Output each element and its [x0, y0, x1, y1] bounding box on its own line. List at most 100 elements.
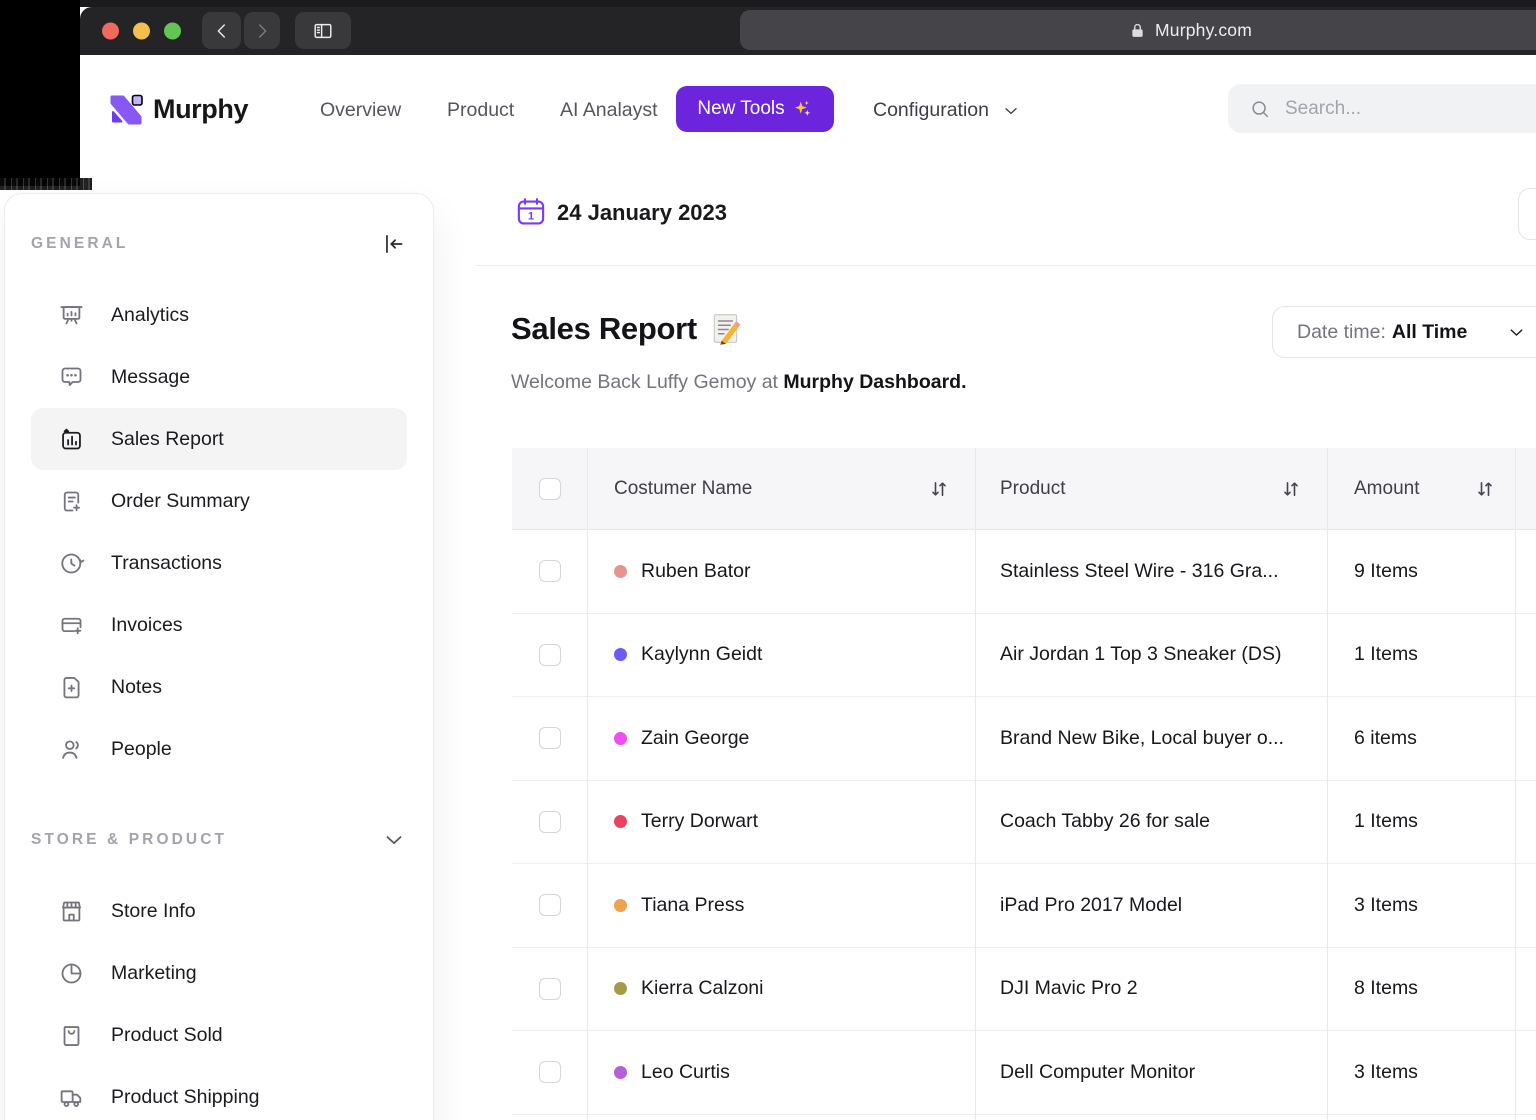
sort-icon[interactable]: [1281, 479, 1301, 499]
customer-name: Terry Dorwart: [641, 810, 758, 833]
app-window: Murphy.com Murphy Overview Product AI An…: [0, 0, 1536, 1120]
table-row[interactable]: Kierra Calzoni DJI Mavic Pro 2 8 Items: [512, 948, 1536, 1032]
sidebar-item-store-info[interactable]: Store Info: [31, 880, 407, 942]
marketing-icon: [58, 960, 85, 987]
search-box[interactable]: [1228, 84, 1536, 133]
sidebar-item-invoices[interactable]: Invoices: [31, 594, 407, 656]
sort-icon[interactable]: [1475, 479, 1495, 499]
message-icon: [58, 364, 85, 391]
row-checkbox[interactable]: [539, 727, 561, 749]
table-row[interactable]: Kaylynn Geidt Air Jordan 1 Top 3 Sneaker…: [512, 614, 1536, 698]
sales-report-icon: [58, 426, 85, 453]
sidebar-item-analytics[interactable]: Analytics: [31, 284, 407, 346]
sidebar-item-product-sold[interactable]: Product Sold: [31, 1004, 407, 1066]
customer-name: Kierra Calzoni: [641, 977, 763, 1000]
close-window-button[interactable]: [102, 23, 119, 40]
customer-color-dot: [614, 565, 627, 578]
murphy-logo-icon: [106, 90, 146, 130]
desktop-background-texture: [0, 178, 92, 190]
product-sold-icon: [58, 1022, 85, 1049]
nav-ai-analayst[interactable]: AI Analayst: [560, 99, 658, 122]
collapse-sidebar-icon[interactable]: [381, 231, 407, 257]
sidebar: GENERAL Analytics Message Sales Report O…: [4, 193, 434, 1120]
address-bar[interactable]: Murphy.com: [740, 10, 1536, 50]
column-header-costumer-name: Costumer Name: [614, 478, 752, 500]
customer-name: Tiana Press: [641, 894, 744, 917]
sidebar-item-sales-report[interactable]: Sales Report: [31, 408, 407, 470]
table-row[interactable]: Terry Dorwart Coach Tabby 26 for sale 1 …: [512, 781, 1536, 865]
table-row[interactable]: Ruben Bator Stainless Steel Wire - 316 G…: [512, 530, 1536, 614]
new-tools-button[interactable]: New Tools: [676, 86, 834, 132]
sidebar-item-notes[interactable]: Notes: [31, 656, 407, 718]
customer-color-dot: [614, 1066, 627, 1079]
product-name: Stainless Steel Wire - 316 Gra...: [1000, 560, 1279, 583]
table-row[interactable]: Leo Curtis Dell Computer Monitor 3 Items: [512, 1031, 1536, 1115]
sidebar-item-marketing[interactable]: Marketing: [31, 942, 407, 1004]
divider: [476, 265, 1536, 266]
sidebar-item-people[interactable]: People: [31, 718, 407, 780]
chevron-down-icon: [1001, 101, 1021, 121]
order-summary-icon: [58, 488, 85, 515]
transactions-icon: [58, 550, 85, 577]
sort-icon[interactable]: [929, 479, 949, 499]
row-checkbox[interactable]: [539, 560, 561, 582]
nav-overview[interactable]: Overview: [320, 99, 401, 122]
row-checkbox[interactable]: [539, 1061, 561, 1083]
browser-titlebar: Murphy.com: [80, 7, 1536, 55]
url-text: Murphy.com: [1155, 20, 1252, 41]
window-top-edge: [80, 0, 1536, 7]
desktop-background: [0, 0, 80, 186]
table-row[interactable]: Zain George Brand New Bike, Local buyer …: [512, 697, 1536, 781]
amount-value: 1 Items: [1354, 643, 1418, 666]
customer-name: Zain George: [641, 727, 749, 750]
customer-color-dot: [614, 815, 627, 828]
chevron-down-icon[interactable]: [381, 827, 407, 853]
customer-color-dot: [614, 732, 627, 745]
sidebar-item-message[interactable]: Message: [31, 346, 407, 408]
people-icon: [58, 736, 85, 763]
amount-value: 8 Items: [1354, 977, 1418, 1000]
sidebar-item-transactions[interactable]: Transactions: [31, 532, 407, 594]
product-name: iPad Pro 2017 Model: [1000, 894, 1182, 917]
column-divider: [587, 448, 588, 1120]
lock-icon: [1128, 21, 1147, 40]
row-checkbox[interactable]: [539, 978, 561, 1000]
sparkles-icon: [792, 98, 813, 119]
row-checkbox[interactable]: [539, 644, 561, 666]
sidebar-item-product-shipping[interactable]: Product Shipping: [31, 1066, 407, 1120]
browser-sidebar-toggle-button[interactable]: [295, 12, 351, 49]
configuration-menu[interactable]: Configuration: [873, 99, 1021, 122]
customer-color-dot: [614, 648, 627, 661]
zoom-window-button[interactable]: [164, 23, 181, 40]
browser-back-button[interactable]: [202, 12, 241, 49]
analytics-icon: [58, 302, 85, 329]
search-icon: [1249, 98, 1271, 120]
row-checkbox[interactable]: [539, 894, 561, 916]
customer-color-dot: [614, 982, 627, 995]
cutoff-action-button[interactable]: [1518, 188, 1536, 240]
amount-value: 1 Items: [1354, 810, 1418, 833]
customer-name: Kaylynn Geidt: [641, 643, 762, 666]
column-header-product: Product: [1000, 478, 1065, 500]
date-time-filter-dropdown[interactable]: Date time: All Time: [1272, 306, 1536, 358]
column-header-amount: Amount: [1354, 478, 1419, 500]
search-input[interactable]: [1285, 98, 1485, 120]
table-row[interactable]: Tiana Press iPad Pro 2017 Model 3 Items: [512, 864, 1536, 948]
sidebar-item-order-summary[interactable]: Order Summary: [31, 470, 407, 532]
product-name: Brand New Bike, Local buyer o...: [1000, 727, 1284, 750]
nav-product[interactable]: Product: [447, 99, 514, 122]
calendar-icon: 1: [515, 196, 547, 228]
sidebar-section-store-product: STORE & PRODUCT: [31, 820, 407, 860]
column-divider: [1327, 448, 1328, 1120]
row-checkbox[interactable]: [539, 811, 561, 833]
select-all-checkbox[interactable]: [539, 478, 561, 500]
product-name: Coach Tabby 26 for sale: [1000, 810, 1210, 833]
svg-text:1: 1: [528, 210, 534, 222]
table-header-row: Costumer Name Product Amount: [512, 448, 1536, 530]
amount-value: 3 Items: [1354, 1061, 1418, 1084]
minimize-window-button[interactable]: [133, 23, 150, 40]
current-date: 24 January 2023: [557, 200, 727, 226]
browser-forward-button[interactable]: [244, 12, 280, 49]
memo-emoji-icon: [709, 312, 743, 346]
customer-name: Ruben Bator: [641, 560, 751, 583]
